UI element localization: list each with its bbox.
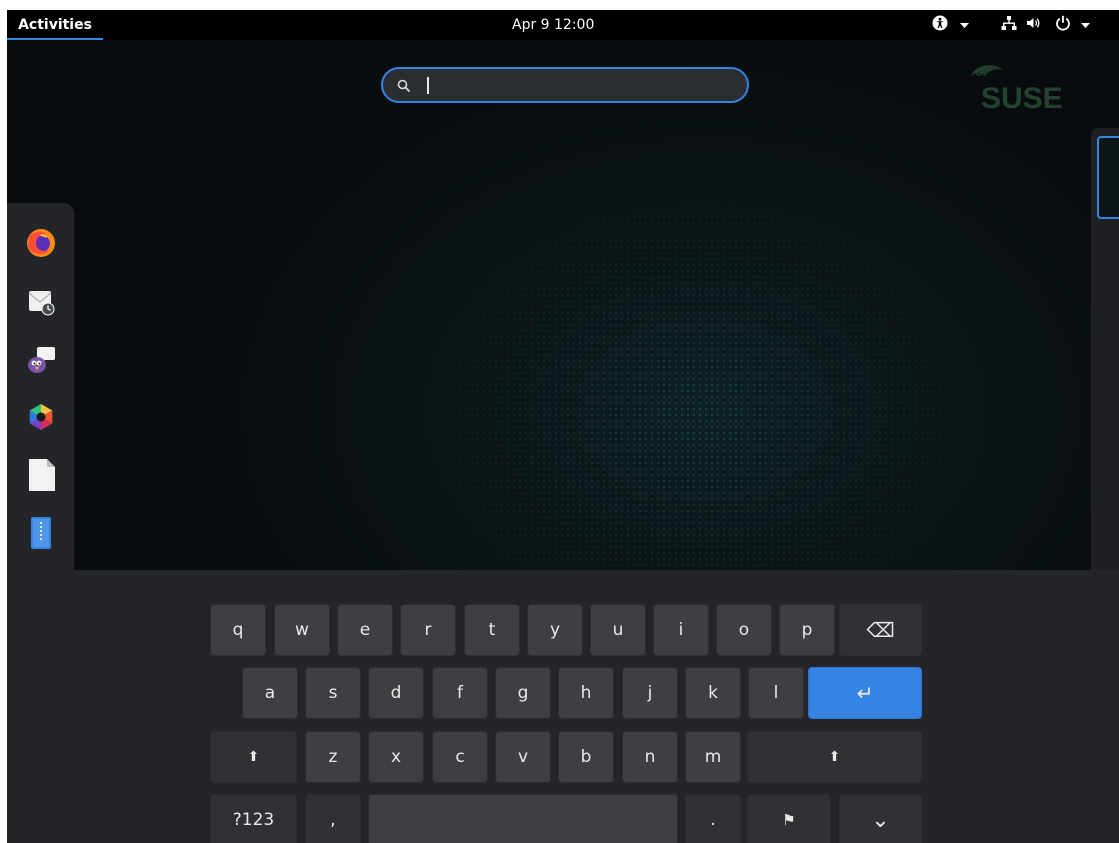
comma-key[interactable]: , <box>305 794 361 843</box>
key-f[interactable]: f <box>432 667 488 719</box>
volume-icon <box>1025 15 1041 35</box>
key-h[interactable]: h <box>558 667 614 719</box>
search-icon <box>397 78 411 93</box>
workspace-thumbnail[interactable] <box>1097 136 1119 219</box>
key-y[interactable]: y <box>527 604 583 656</box>
suse-logo: SUSE <box>965 58 1085 118</box>
dash-app-archive[interactable] <box>22 514 60 552</box>
key-u[interactable]: u <box>590 604 646 656</box>
dash-app-color[interactable] <box>22 398 60 436</box>
key-a[interactable]: a <box>242 667 298 719</box>
key-o[interactable]: o <box>716 604 772 656</box>
key-t[interactable]: t <box>464 604 520 656</box>
activities-button[interactable]: Activities <box>7 10 103 40</box>
hide-keyboard-key[interactable]: ⌄ <box>839 794 922 843</box>
dash-app-mail[interactable] <box>22 282 60 320</box>
shift-right-key[interactable]: ⬆ <box>747 731 922 783</box>
key-i[interactable]: i <box>653 604 709 656</box>
clock[interactable]: Apr 9 12:00 <box>512 10 594 40</box>
key-q[interactable]: q <box>210 604 266 656</box>
pidgin-chat-icon <box>28 347 55 373</box>
suse-logo-text: SUSE <box>981 82 1063 115</box>
dash-app-chat[interactable] <box>22 340 60 378</box>
key-m[interactable]: m <box>685 731 741 783</box>
desktop-overview: Activities Apr 9 12:00 SUSE q w e r t y … <box>7 10 1119 843</box>
key-n[interactable]: n <box>622 731 678 783</box>
key-e[interactable]: e <box>337 604 393 656</box>
key-j[interactable]: j <box>622 667 678 719</box>
enter-key[interactable]: ↵ <box>808 667 922 719</box>
key-p[interactable]: p <box>779 604 835 656</box>
document-icon <box>29 459 55 491</box>
firefox-icon <box>27 229 55 257</box>
key-s[interactable]: s <box>305 667 361 719</box>
backspace-key[interactable]: ⌫ <box>839 604 922 656</box>
shift-left-key[interactable]: ⬆ <box>210 731 297 783</box>
key-w[interactable]: w <box>274 604 330 656</box>
key-c[interactable]: c <box>432 731 488 783</box>
key-d[interactable]: d <box>368 667 424 719</box>
on-screen-keyboard: q w e r t y u i o p ⌫ a s d f g h j k l … <box>7 570 1119 843</box>
search-field[interactable] <box>381 67 749 103</box>
color-wheel-icon <box>29 404 53 430</box>
archive-icon <box>31 517 51 549</box>
language-flag-key[interactable]: ⚑ <box>747 794 831 843</box>
system-menu[interactable] <box>1001 10 1090 40</box>
key-b[interactable]: b <box>558 731 614 783</box>
search-input[interactable] <box>437 73 731 99</box>
network-icon <box>1001 15 1017 35</box>
text-cursor <box>427 77 429 94</box>
key-r[interactable]: r <box>400 604 456 656</box>
key-g[interactable]: g <box>495 667 551 719</box>
dash-app-firefox[interactable] <box>22 224 60 262</box>
period-key[interactable]: . <box>685 794 741 843</box>
numbers-key[interactable]: ?123 <box>210 794 297 843</box>
key-z[interactable]: z <box>305 731 361 783</box>
accessibility-icon <box>932 15 948 35</box>
key-v[interactable]: v <box>495 731 551 783</box>
key-l[interactable]: l <box>748 667 804 719</box>
dropdown-arrow-icon <box>960 17 969 33</box>
dash-app-document[interactable] <box>22 456 60 494</box>
wallpaper-pattern <box>7 40 1119 640</box>
dropdown-arrow-icon <box>1081 17 1090 33</box>
power-icon <box>1055 15 1071 35</box>
top-bar: Activities Apr 9 12:00 <box>7 10 1119 40</box>
mail-clock-icon <box>28 291 55 316</box>
key-x[interactable]: x <box>368 731 424 783</box>
accessibility-menu[interactable] <box>932 10 969 40</box>
key-k[interactable]: k <box>685 667 741 719</box>
space-key[interactable] <box>368 794 678 843</box>
